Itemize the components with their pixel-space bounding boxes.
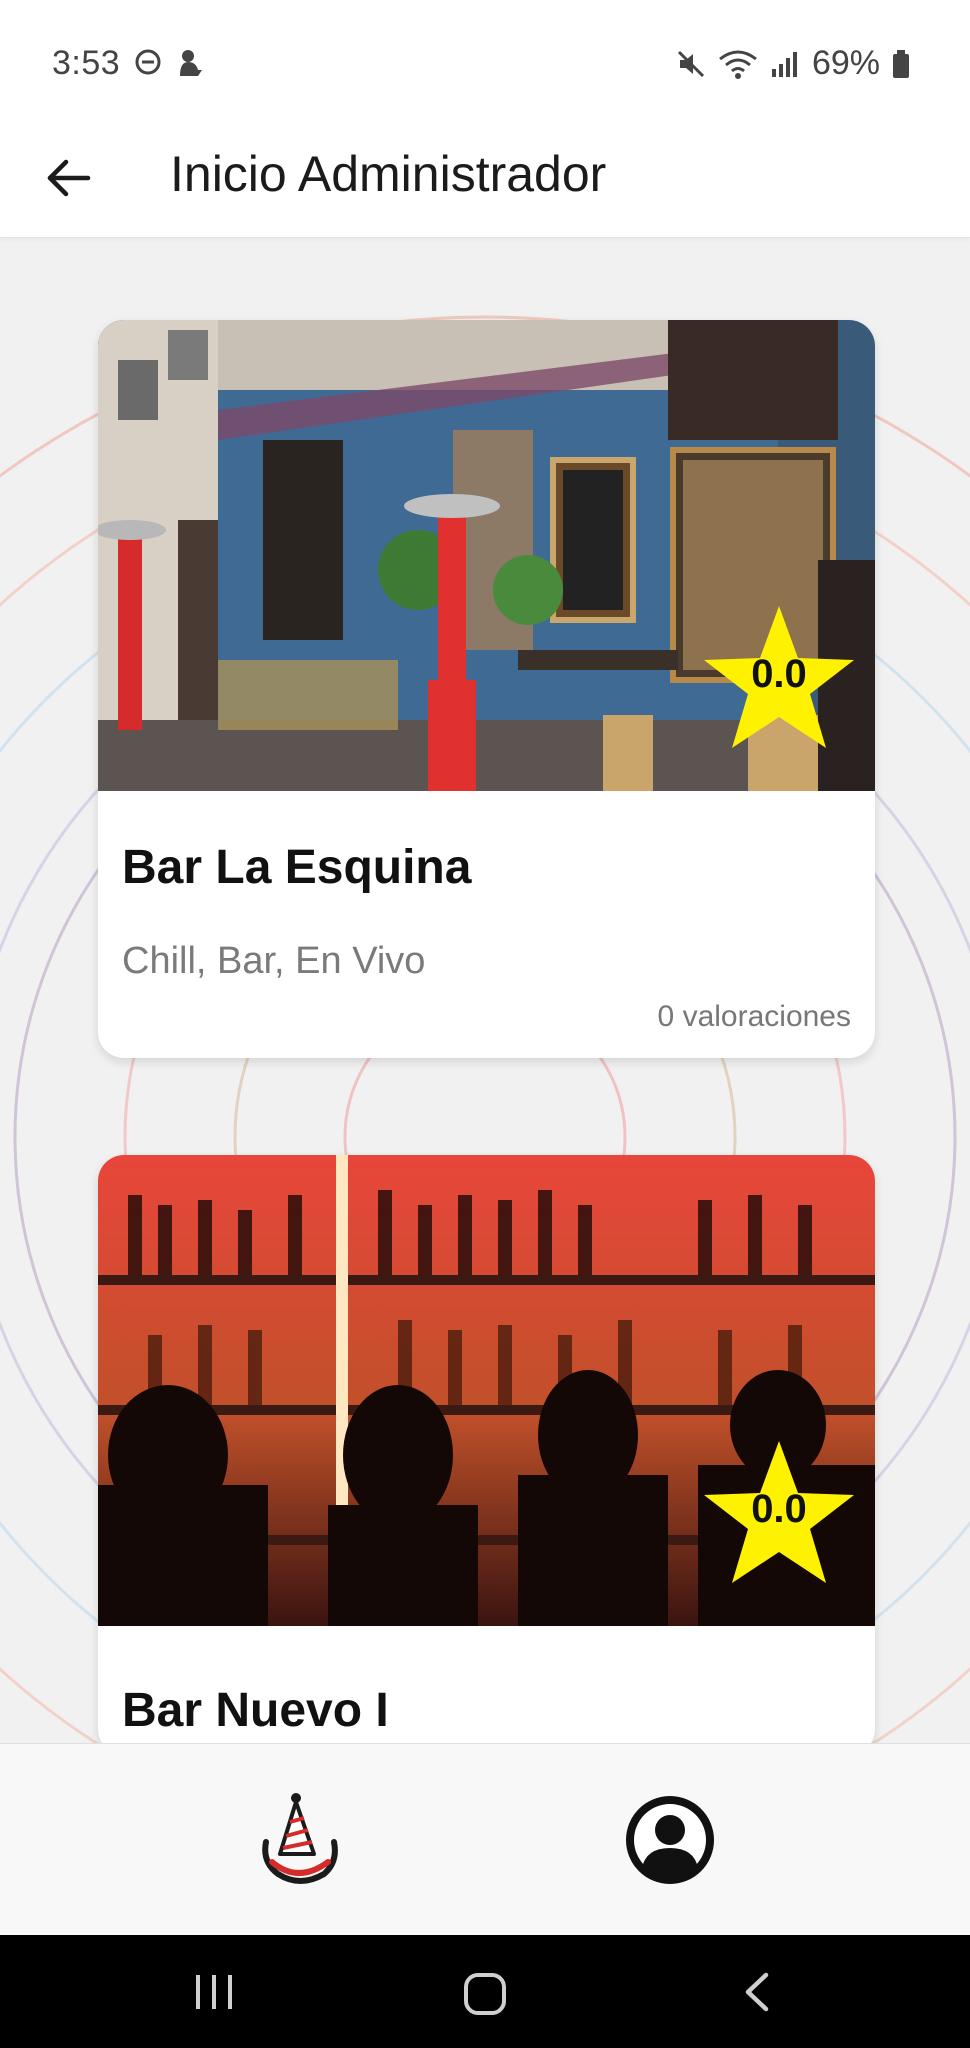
review-count: 0 valoraciones — [657, 1000, 851, 1033]
status-bar: 3:53 69% — [0, 0, 970, 125]
venue-card[interactable]: 0.0 Bar La Esquina Chill, Bar, En Vivo 0… — [98, 320, 875, 1058]
app-bar: Inicio Administrador — [0, 125, 970, 238]
venue-card[interactable]: 0.0 Bar Nuevo I — [98, 1155, 875, 1755]
signal-icon — [771, 51, 797, 77]
wifi-icon — [719, 50, 757, 79]
system-nav-bar — [0, 1935, 970, 2048]
venue-tags: Chill, Bar, En Vivo — [122, 940, 426, 982]
party-logo-icon[interactable] — [258, 1792, 342, 1890]
mute-icon — [677, 50, 704, 77]
recent-apps-icon[interactable] — [192, 1971, 236, 2013]
venue-name: Bar La Esquina — [122, 841, 472, 894]
status-time: 3:53 — [52, 44, 121, 82]
notification-icon — [180, 50, 202, 76]
rating-value: 0.0 — [751, 1487, 807, 1531]
home-icon[interactable] — [462, 1971, 508, 2017]
back-icon[interactable] — [740, 1971, 776, 2013]
page-title: Inicio Administrador — [170, 146, 607, 202]
rating-badge: 0.0 — [699, 602, 859, 752]
venue-name: Bar Nuevo I — [122, 1684, 389, 1737]
battery-icon — [893, 49, 909, 78]
arrow-left-icon[interactable] — [44, 153, 94, 203]
profile-icon[interactable] — [622, 1792, 718, 1888]
rating-badge: 0.0 — [699, 1437, 859, 1587]
dnd-icon — [135, 49, 161, 75]
bottom-nav — [0, 1743, 970, 1936]
rating-value: 0.0 — [751, 652, 807, 696]
battery-percent: 69% — [811, 44, 880, 82]
